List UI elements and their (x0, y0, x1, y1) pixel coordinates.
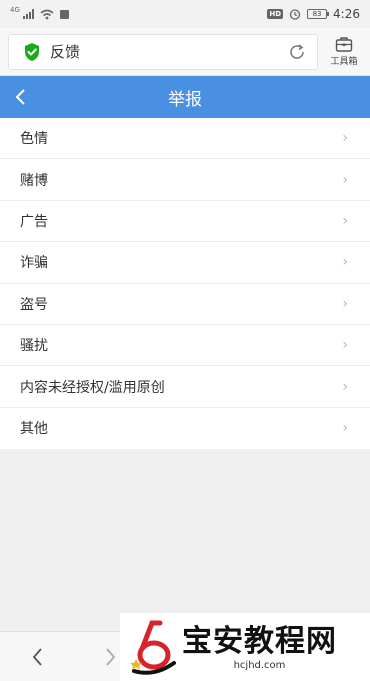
notification-icon (59, 9, 69, 19)
report-reason-list: 色情 › 赌博 › 广告 › 诈骗 › 盗号 › 骚扰 › 内容未经授权/滥用原创 › 其他 › (0, 118, 370, 450)
list-item-label: 色情 (20, 131, 48, 148)
list-item-label: 骚扰 (20, 338, 48, 355)
chevron-right-icon: › (342, 420, 348, 437)
header-back-button[interactable] (14, 76, 44, 118)
toolbox-button[interactable]: 工具箱 (318, 28, 370, 76)
list-item[interactable]: 其他 › (0, 408, 370, 449)
watermark: 宝安教程网 hcjhd.com (120, 613, 370, 681)
status-left: 4G (10, 6, 69, 20)
chevron-right-icon: › (342, 295, 348, 312)
list-item[interactable]: 内容未经授权/滥用原创 › (0, 366, 370, 408)
list-item[interactable]: 赌博 › (0, 159, 370, 201)
chevron-left-icon (15, 89, 25, 105)
status-time: 4:26 (333, 7, 360, 21)
chevron-right-icon: › (342, 212, 348, 229)
list-item-label: 内容未经授权/滥用原创 (20, 379, 165, 396)
url-field[interactable]: 反馈 (8, 33, 318, 70)
status-bar: 4G HD 83 4:26 (0, 0, 370, 28)
alarm-icon (289, 9, 301, 20)
refresh-icon[interactable] (287, 42, 307, 62)
watermark-logo-icon (130, 620, 176, 675)
list-item-label: 盗号 (20, 296, 48, 313)
url-text: 反馈 (50, 43, 81, 61)
chevron-right-icon: › (342, 254, 348, 271)
list-item[interactable]: 骚扰 › (0, 325, 370, 367)
list-item[interactable]: 盗号 › (0, 284, 370, 325)
wifi-icon (40, 9, 54, 19)
chevron-left-icon (32, 647, 42, 666)
toolbox-icon (335, 37, 353, 52)
toolbox-label: 工具箱 (330, 57, 358, 67)
shield-check-icon (25, 42, 39, 61)
watermark-text: 宝安教程网 hcjhd.com (182, 624, 337, 671)
signal-icon (22, 9, 34, 19)
status-right: HD 83 4:26 (267, 7, 360, 21)
battery-level: 83 (312, 10, 322, 18)
page-title: 举报 (168, 89, 202, 110)
list-item-label: 赌博 (20, 172, 48, 189)
nav-back-button[interactable] (0, 632, 74, 681)
hd-badge: HD (267, 9, 284, 19)
network-type-label: 4G (10, 6, 20, 14)
watermark-url: hcjhd.com (233, 659, 286, 671)
chevron-right-icon: › (342, 337, 348, 354)
address-bar: 反馈 工具箱 (0, 28, 370, 76)
chevron-right-icon: › (342, 171, 348, 188)
chevron-right-icon: › (342, 130, 348, 147)
battery-icon: 83 (307, 9, 330, 19)
list-item[interactable]: 色情 › (0, 118, 370, 160)
list-item-label: 广告 (20, 213, 48, 230)
list-item-label: 其他 (20, 421, 48, 438)
list-item[interactable]: 诈骗 › (0, 242, 370, 284)
watermark-title: 宝安教程网 (182, 623, 337, 659)
chevron-right-icon (106, 647, 116, 666)
chevron-right-icon: › (342, 378, 348, 395)
page-header: 举报 (0, 76, 370, 118)
list-item[interactable]: 广告 › (0, 201, 370, 243)
list-item-label: 诈骗 (20, 255, 48, 272)
